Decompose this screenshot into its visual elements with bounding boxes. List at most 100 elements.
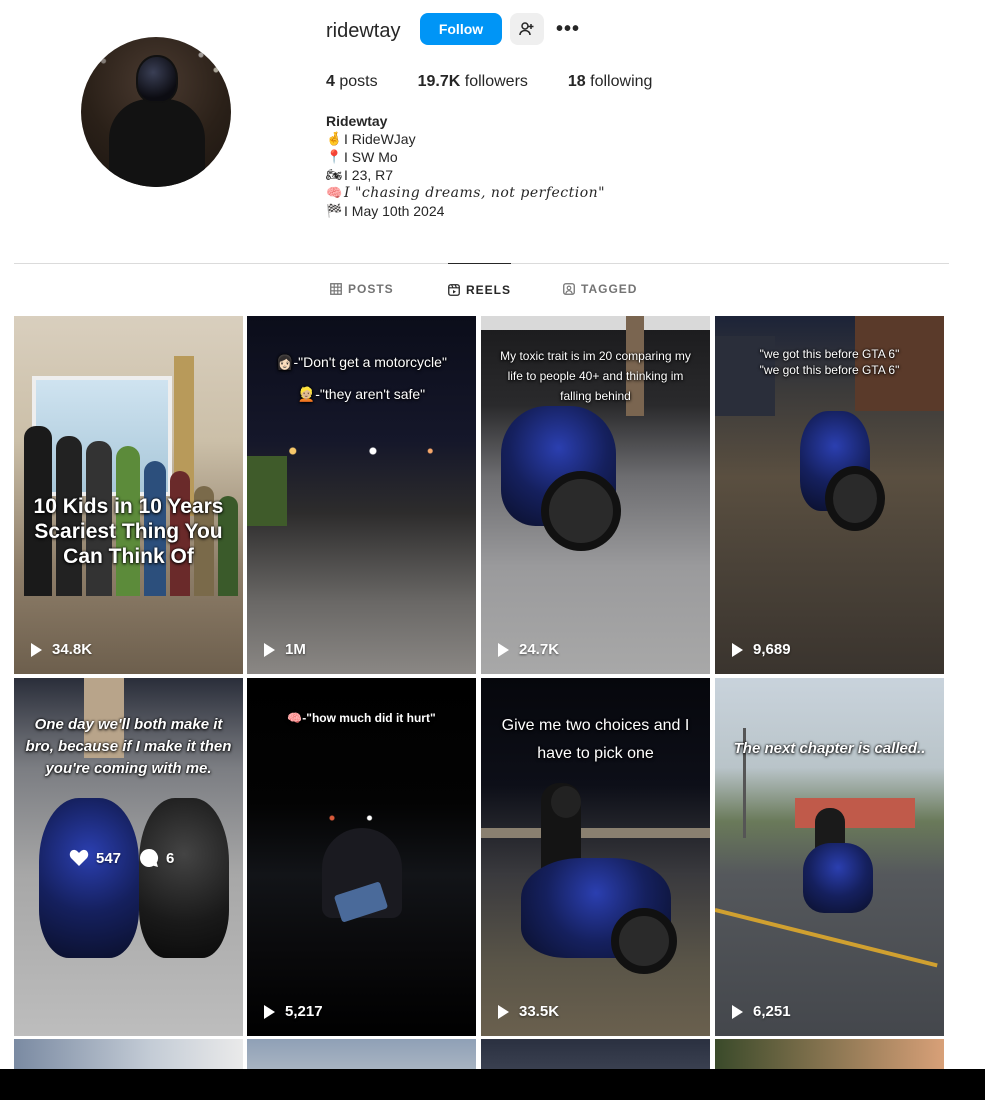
bio-text: I May 10th 2024 [344, 203, 445, 219]
railing-shape [481, 828, 710, 838]
tab-reels[interactable]: REELS [448, 263, 512, 315]
bio-emoji: 🏁 [326, 203, 343, 218]
reel-views: 34.8K [31, 641, 92, 658]
tab-label: POSTS [348, 282, 394, 296]
grid-icon [330, 283, 342, 295]
reels-next-row [14, 1039, 945, 1069]
reel-view-count: 6,251 [753, 1003, 791, 1020]
motorcycle-shape [803, 843, 873, 913]
helmet-shape [551, 786, 581, 818]
comments-stat: 6 [139, 848, 174, 868]
avatar-helmet [136, 55, 178, 103]
comment-icon [140, 848, 159, 867]
reel-caption: 👩🏻-"Don't get a motorcycle" 👱🏼-"they are… [276, 354, 447, 402]
bio-text: I SW Mo [344, 149, 398, 165]
heart-icon [69, 849, 89, 866]
follow-button[interactable]: Follow [420, 13, 502, 45]
reel-tile[interactable]: My toxic trait is im 20 comparing my lif… [481, 316, 710, 674]
following-stat[interactable]: 18 following [568, 73, 653, 91]
reel-engagement: 547 6 [69, 848, 174, 868]
reel-tile[interactable]: Give me two choices and I have to pick o… [481, 678, 710, 1036]
bio-line: 🏁 I May 10th 2024 [326, 202, 605, 220]
tab-label: REELS [466, 282, 512, 297]
reel-tile-partial[interactable] [14, 1039, 243, 1069]
grass-shape [247, 456, 287, 526]
motorcycle-shape [39, 798, 139, 958]
followers-stat[interactable]: 19.7K followers [418, 73, 528, 91]
reel-tile[interactable]: "we got this before GTA 6" "we got this … [715, 316, 944, 674]
following-count: 18 [567, 73, 586, 90]
bio-emoji: 🏍 [326, 167, 343, 182]
more-options-button[interactable]: ••• [554, 16, 582, 42]
reel-view-count: 5,217 [285, 1003, 323, 1020]
reel-caption: "we got this before GTA 6" "we got this … [759, 347, 900, 377]
play-icon [31, 642, 42, 657]
followers-label: followers [464, 73, 528, 90]
reel-view-count: 9,689 [753, 641, 791, 658]
suggested-users-button[interactable] [510, 13, 544, 45]
bio-line: 🤞 I RideWJay [326, 130, 605, 148]
followers-count: 19.7K [417, 73, 461, 90]
motorcycle-shape [139, 798, 229, 958]
building-shape [795, 798, 915, 828]
play-icon [264, 1004, 275, 1019]
reel-views: 24.7K [498, 641, 559, 658]
canopy-shape [481, 316, 710, 330]
bio-emoji: 🤞 [326, 131, 343, 146]
bio-line: 🏍 I 23, R7 [326, 166, 605, 184]
reel-caption: The next chapter is called.. [733, 740, 926, 757]
reel-view-count: 34.8K [52, 641, 93, 658]
likes-count: 547 [96, 849, 122, 867]
reel-view-count: 33.5K [519, 1003, 560, 1020]
profile-avatar[interactable] [81, 37, 231, 187]
play-icon [498, 642, 509, 657]
bottom-bar [0, 1069, 985, 1100]
reel-caption: 10 Kids in 10 Years Scariest Thing You C… [33, 495, 224, 568]
reel-view-count: 1M [285, 641, 306, 658]
posts-stat: 4 posts [326, 73, 378, 91]
reel-view-count: 24.7K [519, 641, 560, 658]
tab-posts[interactable]: POSTS [330, 263, 394, 315]
reel-views: 1M [264, 641, 306, 658]
reel-tile[interactable]: 🧠-"how much did it hurt" 5,217 [247, 678, 476, 1036]
bio-text: I RideWJay [344, 131, 416, 147]
reel-tile[interactable]: 10 Kids in 10 Years Scariest Thing You C… [14, 316, 243, 674]
reel-tile[interactable]: The next chapter is called.. 6,251 [715, 678, 944, 1036]
wheel-shape [611, 908, 677, 974]
reel-tile-partial[interactable] [715, 1039, 944, 1069]
profile-header: ridewtay Follow ••• 4 posts 19.7K follow… [0, 0, 985, 262]
profile-bio: Ridewtay 🤞 I RideWJay 📍 I SW Mo 🏍 I 23, R7 … [326, 112, 605, 220]
reel-tile-partial[interactable] [481, 1039, 710, 1069]
reel-views: 9,689 [732, 641, 791, 658]
reel-tile[interactable]: 👩🏻-"Don't get a motorcycle" 👱🏼-"they are… [247, 316, 476, 674]
reel-tile[interactable]: One day we'll both make it bro, because … [14, 678, 243, 1036]
profile-stats: 4 posts 19.7K followers 18 following [326, 73, 692, 91]
bio-text: I "chasing dreams, not perfection" [344, 185, 606, 201]
profile-username: ridewtay [326, 20, 401, 42]
reel-caption: One day we'll both make it bro, because … [25, 716, 232, 777]
bio-line: 🧠 I "chasing dreams, not perfection" [326, 184, 605, 202]
road-line [715, 908, 938, 968]
play-icon [732, 642, 743, 657]
reel-caption: Give me two choices and I have to pick o… [501, 717, 690, 762]
bio-emoji: 📍 [326, 149, 343, 164]
wheel-shape [825, 466, 885, 531]
bio-emoji: 🧠 [326, 185, 343, 200]
posts-count: 4 [326, 73, 335, 90]
reel-caption: My toxic trait is im 20 comparing my lif… [500, 349, 691, 403]
bio-name: Ridewtay [326, 113, 388, 129]
following-label: following [590, 73, 653, 90]
play-icon [264, 642, 275, 657]
posts-label: posts [339, 73, 378, 90]
tab-tagged[interactable]: TAGGED [563, 263, 637, 315]
reel-tile-partial[interactable] [247, 1039, 476, 1069]
avatar-figure [109, 99, 205, 187]
reels-icon [448, 283, 460, 296]
reel-views: 5,217 [264, 1003, 323, 1020]
add-person-icon [519, 22, 534, 36]
reel-views: 33.5K [498, 1003, 559, 1020]
play-icon [498, 1004, 509, 1019]
play-icon [732, 1004, 743, 1019]
profile-tabs: POSTS REELS TAGGED [0, 263, 985, 315]
likes-stat: 547 [69, 849, 121, 867]
